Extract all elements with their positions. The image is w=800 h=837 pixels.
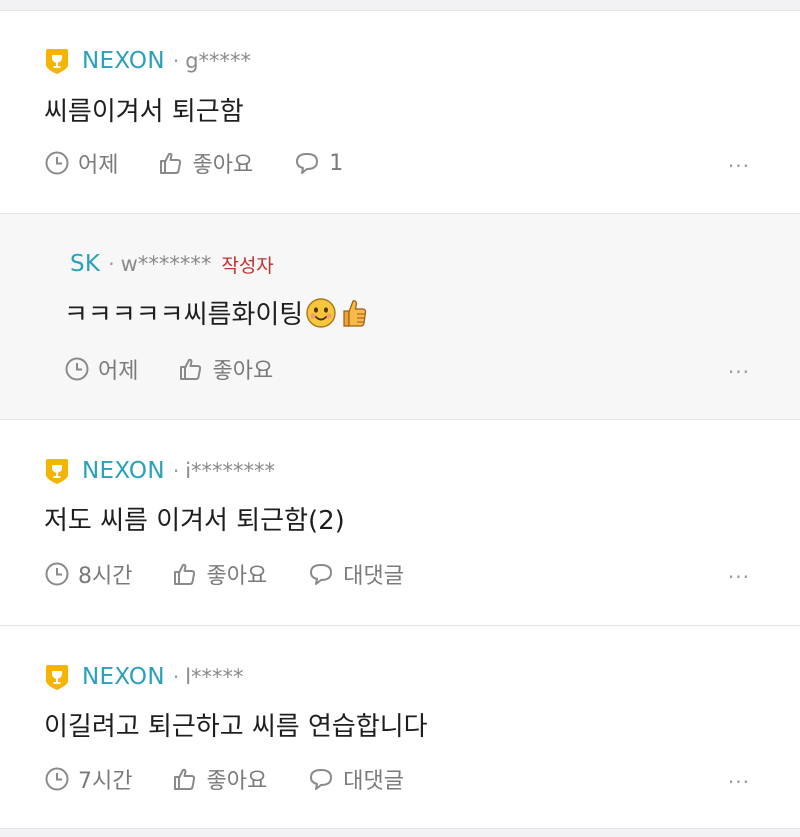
reply-count: 1	[329, 150, 344, 176]
reply-comment-item: SK · w******* 작성자 ㅋㅋㅋㅋㅋ씨름화이팅 어제 좋아요 ···	[0, 214, 800, 420]
like-button[interactable]: 좋아요	[172, 763, 267, 795]
timestamp-label: 어제	[78, 153, 119, 178]
comment-actions: 어제 좋아요	[64, 353, 313, 385]
masked-username: g*****	[185, 49, 252, 73]
timestamp-label: 8시간	[78, 564, 133, 589]
masked-username: l*****	[185, 665, 244, 689]
comment-item: NEXON · i******** 저도 씨름 이겨서 퇴근함(2) 8시간 좋…	[0, 420, 800, 626]
timestamp-label: 7시간	[78, 769, 133, 794]
speech-bubble-icon	[310, 769, 333, 790]
comment-text: 이길려고 퇴근하고 씨름 연습합니다	[44, 712, 428, 742]
reply-button[interactable]: 대댓글	[307, 558, 404, 590]
separator-dot: ·	[172, 49, 180, 73]
clock-icon	[45, 767, 69, 791]
more-options-button[interactable]: ···	[728, 154, 750, 178]
timestamp-label: 어제	[98, 359, 139, 384]
comment-text-row: ㅋㅋㅋㅋㅋ씨름화이팅	[64, 294, 369, 331]
clock-icon	[65, 357, 89, 381]
comment-text: 씨름이겨서 퇴근함	[44, 97, 244, 127]
timestamp: 어제	[64, 353, 138, 385]
company-name[interactable]: NEXON	[82, 458, 165, 484]
company-name[interactable]: NEXON	[82, 48, 165, 74]
timestamp: 8시간	[44, 558, 132, 590]
masked-username: w*******	[120, 252, 212, 276]
comment-header: NEXON · g*****	[44, 45, 251, 77]
thumbs-up-icon	[160, 152, 182, 174]
trophy-badge-icon	[46, 665, 68, 690]
separator-dot: ·	[172, 665, 180, 689]
more-options-button[interactable]: ···	[728, 565, 750, 589]
company-name[interactable]: NEXON	[82, 664, 165, 690]
trophy-badge-icon	[46, 49, 68, 74]
like-label: 좋아요	[206, 769, 268, 794]
smiling-face-icon	[306, 297, 336, 328]
clock-icon	[45, 562, 69, 586]
comment-header: SK · w******* 작성자	[70, 248, 274, 280]
timestamp: 어제	[44, 147, 118, 179]
more-options-button[interactable]: ···	[728, 770, 750, 794]
author-tag: 작성자	[221, 254, 274, 277]
speech-bubble-icon	[296, 153, 319, 174]
thumbs-up-icon	[174, 563, 196, 585]
like-label: 좋아요	[192, 153, 254, 178]
company-name[interactable]: SK	[70, 251, 100, 277]
reply-button[interactable]: 1	[293, 150, 343, 176]
trophy-badge-icon	[46, 459, 68, 484]
like-label: 좋아요	[206, 564, 268, 589]
like-button[interactable]: 좋아요	[172, 558, 267, 590]
top-separator	[0, 0, 800, 11]
masked-username: i********	[185, 459, 276, 483]
comment-header: NEXON · i********	[44, 455, 275, 487]
comment-header: NEXON · l*****	[44, 661, 244, 693]
reply-label: 대댓글	[343, 564, 404, 589]
thumbs-up-icon	[174, 768, 196, 790]
thumbs-up-icon	[180, 358, 202, 380]
comment-actions: 8시간 좋아요 대댓글	[44, 558, 444, 590]
comment-actions: 어제 좋아요 1	[44, 147, 383, 179]
separator-dot: ·	[108, 252, 115, 276]
reply-button[interactable]: 대댓글	[307, 763, 404, 795]
speech-bubble-icon	[310, 564, 333, 585]
like-button[interactable]: 좋아요	[178, 353, 273, 385]
more-options-button[interactable]: ···	[728, 360, 750, 384]
thumbs-up-icon	[343, 299, 367, 327]
comment-actions: 7시간 좋아요 대댓글	[44, 763, 444, 795]
like-button[interactable]: 좋아요	[158, 147, 253, 179]
reply-label: 대댓글	[343, 769, 404, 794]
comment-text: ㅋㅋㅋㅋㅋ씨름화이팅	[64, 300, 304, 330]
comment-item: NEXON · g***** 씨름이겨서 퇴근함 어제 좋아요 1 ···	[0, 11, 800, 214]
comment-item: NEXON · l***** 이길려고 퇴근하고 씨름 연습합니다 7시간 좋아…	[0, 626, 800, 828]
timestamp: 7시간	[44, 763, 132, 795]
like-label: 좋아요	[212, 359, 274, 384]
separator-dot: ·	[172, 459, 180, 483]
clock-icon	[45, 151, 69, 175]
comment-text: 저도 씨름 이겨서 퇴근함(2)	[44, 506, 345, 536]
